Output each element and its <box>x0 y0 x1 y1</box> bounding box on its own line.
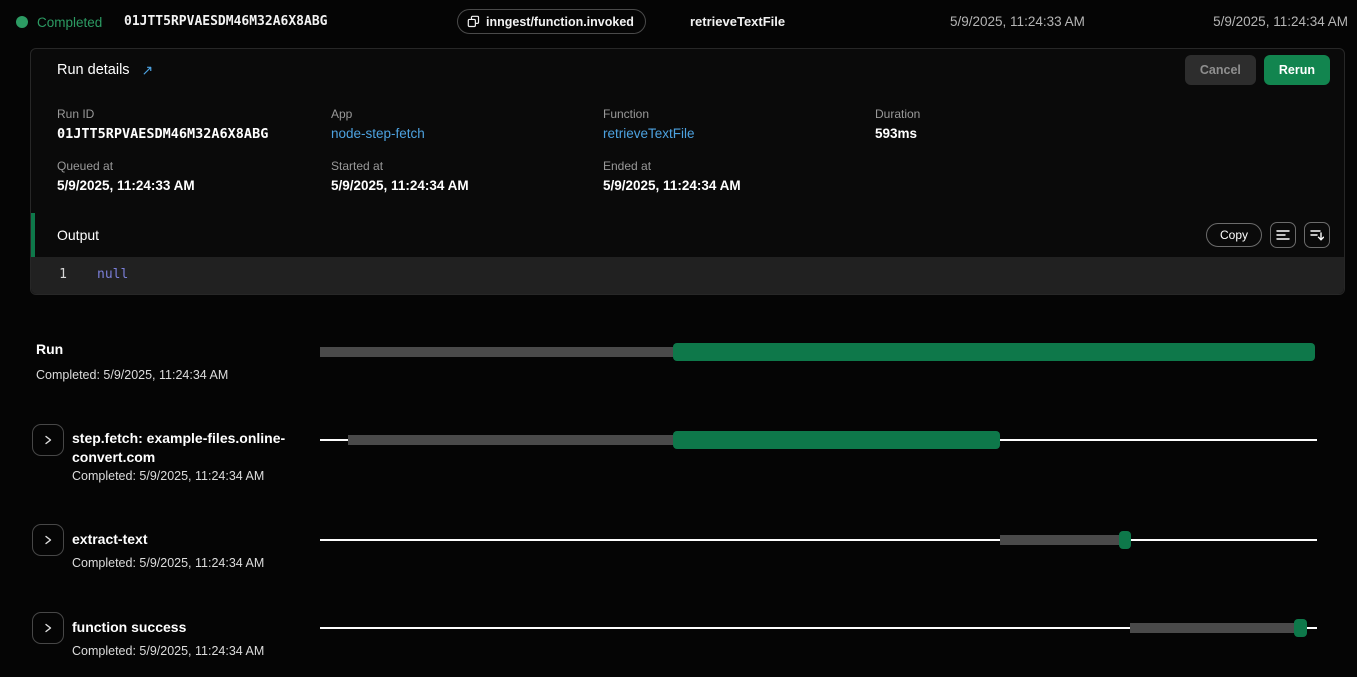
field-app: App node-step-fetch <box>331 107 581 141</box>
copy-event-icon <box>467 15 480 28</box>
field-value: 5/9/2025, 11:24:34 AM <box>331 178 581 193</box>
app-link[interactable]: node-step-fetch <box>331 126 581 141</box>
field-ended-at: Ended at 5/9/2025, 11:24:34 AM <box>603 159 853 193</box>
sort-down-icon <box>1310 229 1324 241</box>
output-title: Output <box>57 227 99 243</box>
field-label: Function <box>603 107 853 121</box>
field-duration: Duration 593ms <box>875 107 1125 141</box>
timeline-segment-queued <box>1130 623 1295 633</box>
timeline-row-step-fetch-title: step.fetch: example-files.online-convert… <box>72 429 294 467</box>
field-label: Run ID <box>57 107 307 121</box>
expand-function-success-button[interactable] <box>32 612 64 644</box>
timeline-row-extract-text-title: extract-text <box>72 531 147 547</box>
status-label: Completed <box>37 15 102 30</box>
cancel-button[interactable]: Cancel <box>1185 55 1256 85</box>
output-accent-bar <box>31 213 35 257</box>
timeline-row-run-status: Completed: 5/9/2025, 11:24:34 AM <box>36 368 228 382</box>
run-id-text: 01JTT5RPVAESDM46M32A6X8ABG <box>124 14 328 29</box>
align-lines-icon <box>1276 229 1290 241</box>
field-run-id: Run ID 01JTT5RPVAESDM46M32A6X8ABG <box>57 107 307 142</box>
field-label: Queued at <box>57 159 307 173</box>
timeline-row-function-success-status: Completed: 5/9/2025, 11:24:34 AM <box>72 644 264 658</box>
status-dot-icon <box>16 16 28 28</box>
timeline-row-function-success-title: function success <box>72 619 186 635</box>
copy-button[interactable]: Copy <box>1206 223 1262 247</box>
run-header-bar: Completed 01JTT5RPVAESDM46M32A6X8ABG inn… <box>0 0 1357 44</box>
field-label: Started at <box>331 159 581 173</box>
timeline-bar-function-success <box>320 618 1317 638</box>
timeline-segment-running <box>673 431 1000 449</box>
timeline-segment-queued <box>1000 535 1122 545</box>
timeline-bar-extract-text <box>320 530 1317 550</box>
expand-extract-text-button[interactable] <box>32 524 64 556</box>
timeline-baseline <box>320 539 1317 541</box>
field-value: 5/9/2025, 11:24:33 AM <box>57 178 307 193</box>
chevron-right-icon <box>42 622 54 634</box>
field-label: App <box>331 107 581 121</box>
timeline-segment-running <box>1294 619 1307 637</box>
queued-timestamp: 5/9/2025, 11:24:33 AM <box>950 14 1085 29</box>
event-badge[interactable]: inngest/function.invoked <box>457 9 646 34</box>
field-value: 01JTT5RPVAESDM46M32A6X8ABG <box>57 126 307 142</box>
field-function: Function retrieveTextFile <box>603 107 853 141</box>
timeline-row-step-fetch-status: Completed: 5/9/2025, 11:24:34 AM <box>72 469 264 483</box>
event-badge-label: inngest/function.invoked <box>486 15 634 29</box>
run-status: Completed <box>16 0 102 44</box>
function-link[interactable]: retrieveTextFile <box>603 126 853 141</box>
timeline-segment-queued <box>320 347 673 357</box>
output-code-viewer[interactable]: 1 null <box>31 257 1344 294</box>
timeline-bar-run <box>320 342 1317 362</box>
field-queued-at: Queued at 5/9/2025, 11:24:33 AM <box>57 159 307 193</box>
code-text: null <box>75 267 128 282</box>
output-section-header: Output Copy <box>31 213 1344 257</box>
timeline-row-run-title: Run <box>36 341 63 357</box>
chevron-right-icon <box>42 434 54 446</box>
timeline-segment-running <box>1119 531 1131 549</box>
timeline-bar-step-fetch <box>320 430 1317 450</box>
chevron-right-icon <box>42 534 54 546</box>
field-label: Duration <box>875 107 1125 121</box>
expand-output-button[interactable] <box>1304 222 1330 248</box>
rerun-button[interactable]: Rerun <box>1264 55 1330 85</box>
started-timestamp: 5/9/2025, 11:24:34 AM <box>1213 14 1348 29</box>
field-started-at: Started at 5/9/2025, 11:24:34 AM <box>331 159 581 193</box>
timeline-row-extract-text-status: Completed: 5/9/2025, 11:24:34 AM <box>72 556 264 570</box>
run-details-panel: Run details ↗ Cancel Rerun Run ID 01JTT5… <box>30 48 1345 295</box>
panel-title: Run details <box>57 62 130 78</box>
field-label: Ended at <box>603 159 853 173</box>
external-link-icon[interactable]: ↗ <box>142 62 154 79</box>
line-number: 1 <box>31 267 75 282</box>
field-value: 593ms <box>875 126 1125 141</box>
timeline-segment-running <box>673 343 1315 361</box>
function-name-text: retrieveTextFile <box>690 14 785 29</box>
expand-step-fetch-button[interactable] <box>32 424 64 456</box>
field-value: 5/9/2025, 11:24:34 AM <box>603 178 853 193</box>
run-details-header: Run details ↗ Cancel Rerun <box>31 49 1344 91</box>
code-line: 1 null <box>31 257 1344 282</box>
timeline-segment-queued <box>348 435 673 445</box>
wrap-lines-button[interactable] <box>1270 222 1296 248</box>
